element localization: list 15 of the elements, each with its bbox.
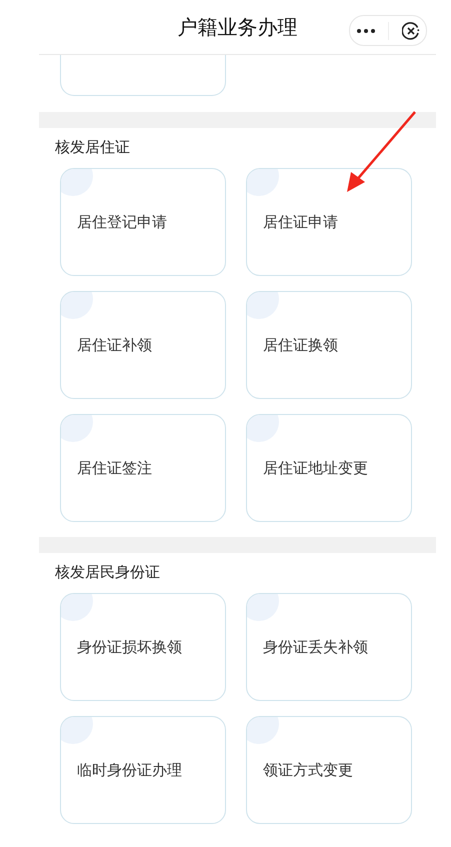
service-card[interactable]: 身份证丢失补领 xyxy=(246,593,412,701)
service-card[interactable]: 居住证签注 xyxy=(60,414,226,522)
service-card[interactable]: 居住证补领 xyxy=(60,291,226,399)
service-card[interactable]: 居住证地址变更 xyxy=(246,414,412,522)
service-card[interactable]: 居住登记申请 xyxy=(60,168,226,276)
service-card[interactable]: 居住证换领 xyxy=(246,291,412,399)
section-title: 核发居民身份证 xyxy=(54,562,161,583)
service-card[interactable]: 居住证申请 xyxy=(246,168,412,276)
more-icon[interactable] xyxy=(356,28,374,32)
page-title: 户籍业务办理 xyxy=(178,14,298,40)
service-card[interactable]: 临时身份证办理 xyxy=(60,716,226,824)
close-icon[interactable] xyxy=(402,22,420,40)
service-card[interactable]: 领证方式变更 xyxy=(246,716,412,824)
section-title: 核发居住证 xyxy=(54,137,131,158)
service-card[interactable]: 身份证损坏换领 xyxy=(60,593,226,701)
